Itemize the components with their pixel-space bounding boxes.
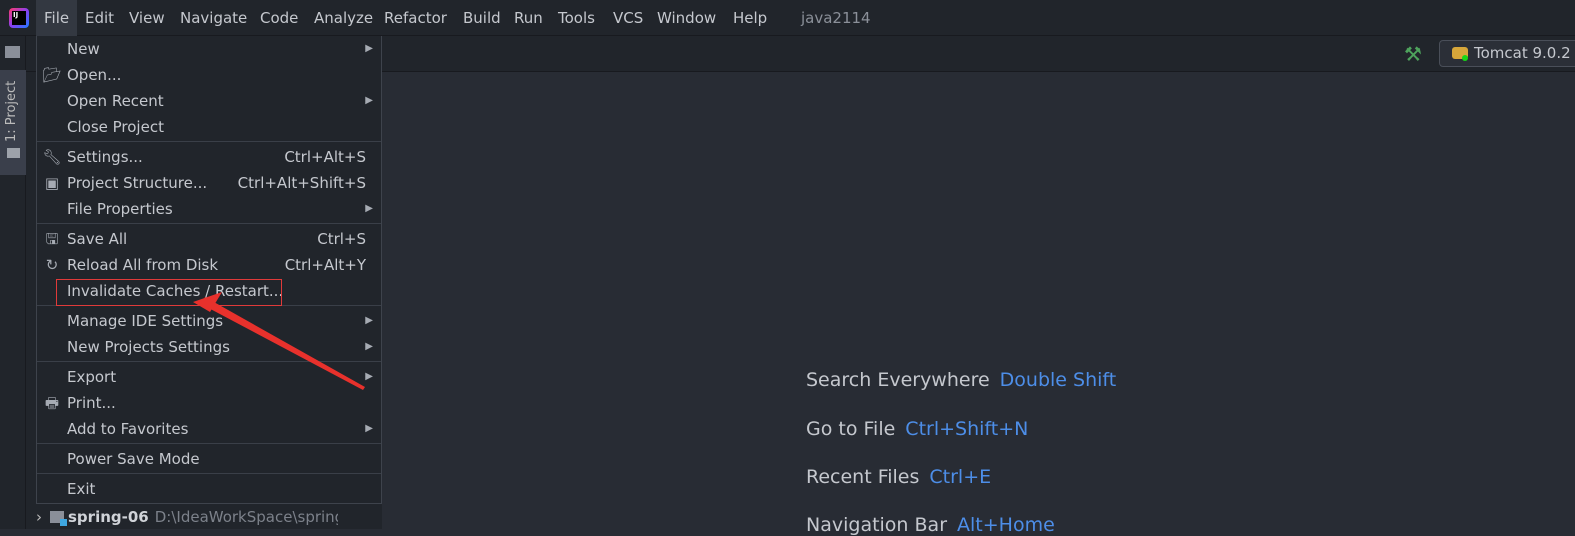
annotation-arrow-shaft [201,297,365,390]
annotation-arrow [193,292,365,390]
